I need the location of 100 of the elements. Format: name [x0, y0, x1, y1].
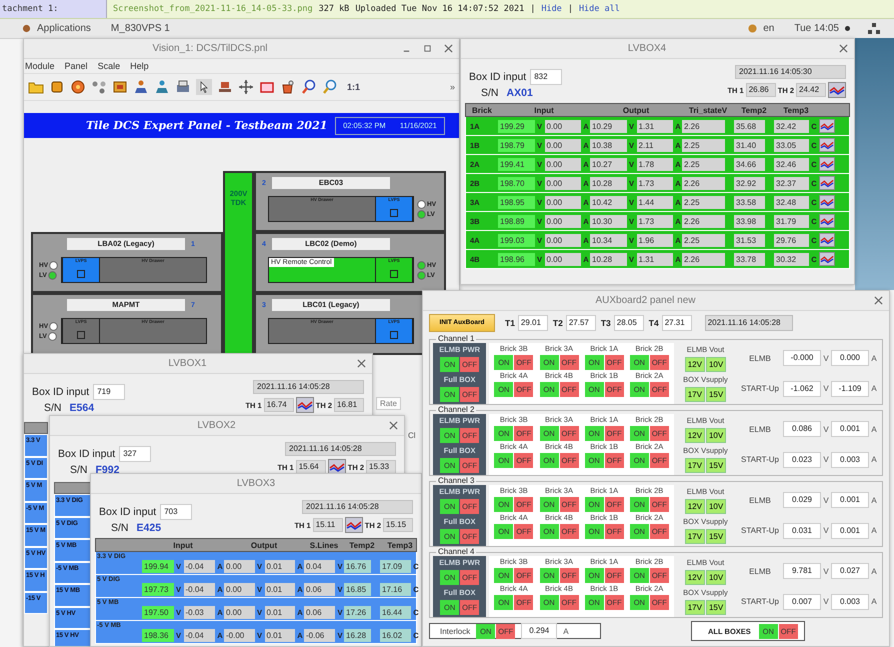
value-cell: 197.50 [142, 606, 174, 619]
th-field: 15.11 [312, 518, 343, 532]
box-id-field[interactable]: 719 [93, 384, 126, 400]
serial-number: E425 [136, 522, 162, 534]
voltage-button[interactable]: 15V [706, 458, 726, 474]
unit-label: A [870, 354, 878, 363]
bucket-icon[interactable] [280, 79, 296, 95]
voltage-button[interactable]: 17V [684, 600, 705, 616]
users-icon[interactable] [154, 79, 170, 95]
current-field: 0.294 [521, 623, 558, 639]
reading-label: START-Up [740, 384, 780, 394]
zoom-reset-button[interactable]: 1:1 [347, 82, 360, 92]
chart-icon[interactable] [818, 119, 836, 133]
printer-icon[interactable] [175, 79, 191, 95]
voltage-button[interactable]: 12V [684, 570, 705, 585]
square-icon [390, 331, 398, 339]
zoom-out-icon[interactable] [322, 79, 338, 95]
chart-icon[interactable] [828, 82, 846, 98]
panel-button[interactable]: Cl [408, 431, 416, 440]
menu-item[interactable]: Scale [98, 61, 120, 71]
chart-icon[interactable] [818, 157, 836, 171]
value-cell: 2.26 [682, 252, 725, 266]
channel-legend: Channel 1 [436, 334, 476, 343]
chart-icon[interactable] [818, 252, 836, 266]
serial-label: S/N [44, 402, 62, 414]
network-icon[interactable] [868, 23, 880, 34]
maximize-icon[interactable] [423, 44, 432, 53]
hide-link[interactable]: Hide [541, 4, 562, 14]
stamp-icon[interactable] [217, 79, 233, 95]
chart-icon[interactable] [344, 517, 363, 533]
window-name[interactable]: M_830VPS 1 [110, 23, 170, 34]
toolbar-overflow[interactable]: » [450, 82, 455, 92]
serial-label: S/N [111, 522, 129, 534]
close-icon[interactable] [357, 359, 366, 368]
chart-icon[interactable] [818, 138, 836, 152]
value-cell: 0.00 [544, 158, 581, 170]
voltage-button[interactable]: 17V [684, 458, 705, 474]
close-icon[interactable] [444, 44, 453, 53]
stop-icon[interactable] [49, 79, 65, 95]
value-cell: 1.73 [636, 176, 673, 190]
voltage-button[interactable]: 12V [684, 498, 705, 514]
voltage-button[interactable]: 17V [684, 387, 705, 402]
users-icon[interactable] [133, 79, 149, 95]
voltage-button[interactable]: 15V [706, 387, 726, 402]
voltage-button[interactable]: 12V [684, 356, 705, 372]
value-cell: 1.31 [636, 120, 673, 132]
unit-label: V [822, 424, 830, 434]
value-cell: 33.98 [734, 214, 765, 228]
close-icon[interactable] [389, 421, 398, 430]
voltage-button[interactable]: 10V [706, 498, 726, 514]
value-cell: 10.30 [590, 214, 626, 228]
serial-label: S/N [70, 464, 88, 476]
cursor-icon[interactable] [196, 79, 212, 95]
value-cell: 2.11 [636, 138, 673, 152]
chart-icon[interactable] [296, 397, 314, 413]
voltage-button[interactable]: 10V [706, 428, 726, 443]
chart-icon[interactable] [818, 176, 836, 190]
close-icon[interactable] [874, 296, 883, 305]
zoom-in-icon[interactable] [301, 79, 317, 95]
window-title: LVBOX4 [626, 43, 668, 54]
clock[interactable]: Tue 14:05 [794, 23, 839, 34]
menu-item[interactable]: Help [130, 61, 149, 71]
square-icon [77, 270, 86, 278]
close-icon[interactable] [839, 44, 848, 53]
reading-label: ELMB [748, 354, 772, 363]
value-cell: 17.09 [380, 560, 411, 573]
status-dot-icon[interactable] [748, 24, 758, 33]
menu-item[interactable]: Module [25, 61, 55, 71]
value-cell: 17.26 [344, 606, 371, 619]
gear-icon[interactable] [70, 79, 86, 95]
applications-menu[interactable]: Applications [37, 23, 91, 34]
box-id-field[interactable]: 832 [530, 69, 562, 85]
chart-icon[interactable] [328, 459, 346, 475]
box-icon[interactable] [112, 79, 128, 95]
voltage-button[interactable]: 12V [684, 428, 705, 443]
chart-icon[interactable] [818, 195, 836, 209]
value-cell: 0.00 [224, 606, 254, 619]
language-indicator[interactable]: en [763, 23, 774, 34]
voltage-button[interactable]: 10V [706, 570, 726, 585]
value-cell: 10.38 [590, 138, 626, 152]
file-size: 327 kB [318, 4, 350, 14]
box-id-field[interactable]: 327 [119, 446, 152, 462]
panel-button[interactable]: Rate [376, 397, 401, 410]
menu-item[interactable]: Panel [64, 61, 88, 71]
chart-icon[interactable] [818, 233, 836, 247]
nodes-icon[interactable] [91, 79, 107, 95]
window-title: LVBOX1 [167, 358, 208, 369]
value-cell: 198.79 [498, 138, 534, 152]
voltage-button[interactable]: 10V [706, 356, 726, 372]
voltage-button[interactable]: 15V [706, 600, 726, 616]
voltage-button[interactable]: 17V [684, 529, 705, 544]
serial-number: F992 [96, 464, 120, 476]
move-icon[interactable] [238, 79, 254, 95]
box-id-field[interactable]: 703 [160, 504, 192, 520]
voltage-button[interactable]: 15V [706, 529, 726, 544]
hide-link[interactable]: Hide all [578, 4, 620, 14]
value-cell: 197.73 [142, 583, 174, 596]
chart-icon[interactable] [818, 214, 836, 228]
reading-label: START-Up [740, 526, 780, 536]
unit-label: V [822, 384, 830, 394]
